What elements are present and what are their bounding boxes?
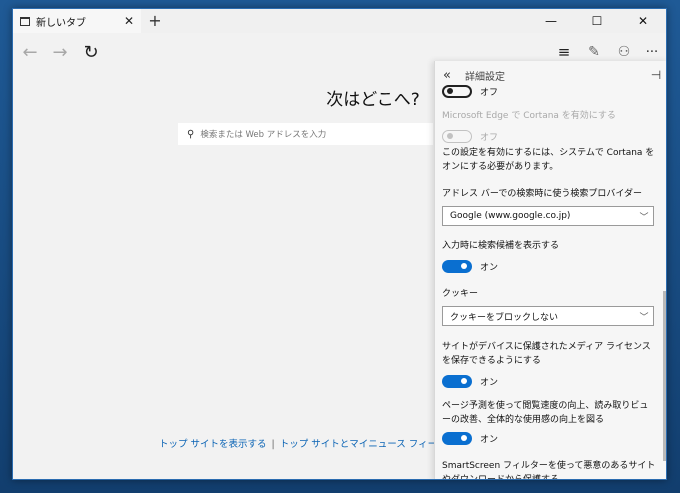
media-license-toggle-text: オン xyxy=(480,377,499,388)
cookies-value: クッキーをブロックしない xyxy=(450,312,559,323)
search-provider-select[interactable]: Google (www.google.co.jp) ﹀ xyxy=(442,206,654,226)
setting-suggestions: 入力時に検索候補を表示する オン xyxy=(442,239,656,274)
search-provider-label: アドレス バーでの検索時に使う検索プロバイダー xyxy=(442,189,642,199)
cookies-label: クッキー xyxy=(442,289,479,299)
page-prediction-label: ページ予測を使って閲覧速度の向上、読み取りビューの改善、全体的な使用感の向上を図… xyxy=(442,401,649,425)
page-prediction-toggle-text: オン xyxy=(480,434,499,445)
setting-page-prediction: ページ予測を使って閲覧速度の向上、読み取りビューの改善、全体的な使用感の向上を図… xyxy=(442,399,656,446)
ntp-feed-links: トップ サイトを表示する | トップ サイトとマイニュース フィードを表 xyxy=(159,436,466,450)
search-icon: ⚲ xyxy=(187,128,195,140)
chevron-down-icon: ﹀ xyxy=(639,312,649,323)
setting-cookies: クッキー クッキーをブロックしない ﹀ xyxy=(442,287,656,326)
setting-search-provider: アドレス バーでの検索時に使う検索プロバイダー Google (www.goog… xyxy=(442,187,656,226)
show-top-sites-link[interactable]: トップ サイトを表示する xyxy=(159,439,267,450)
cortana-label: Microsoft Edge で Cortana を有効にする xyxy=(442,111,616,121)
cortana-toggle-text: オフ xyxy=(480,132,499,143)
new-tab-button[interactable]: + xyxy=(147,11,163,30)
tab-title: 新しいタブ xyxy=(36,17,86,29)
chevron-down-icon: ﹀ xyxy=(639,212,649,223)
search-input[interactable]: ⚲ 検索または Web アドレスを入力 xyxy=(178,123,433,145)
panel-title: 詳細設定 xyxy=(465,71,505,83)
cortana-toggle[interactable] xyxy=(442,129,472,143)
setting-previous: オフ xyxy=(442,83,656,99)
close-window-button[interactable]: ✕ xyxy=(620,9,666,33)
media-license-label: サイトがデバイスに保護されたメディア ライセンスを保存できるようにする xyxy=(442,342,651,366)
tab-new-tab[interactable]: 新しいタブ ✕ xyxy=(13,9,141,33)
suggestions-toggle-text: オン xyxy=(480,262,499,273)
cookies-select[interactable]: クッキーをブロックしない ﹀ xyxy=(442,306,654,326)
search-placeholder: 検索または Web アドレスを入力 xyxy=(200,130,327,140)
window-controls: — ☐ ✕ xyxy=(528,9,666,33)
close-tab-icon[interactable]: ✕ xyxy=(121,14,137,28)
setting-cortana: Microsoft Edge で Cortana を有効にする オフ この設定を… xyxy=(442,109,656,174)
smartscreen-label: SmartScreen フィルターを使って悪意のあるサイトやダウンロードから保護… xyxy=(442,461,656,480)
search-provider-value: Google (www.google.co.jp) xyxy=(450,211,571,221)
maximize-button[interactable]: ☐ xyxy=(574,9,620,33)
panel-scrollbar[interactable] xyxy=(663,291,666,461)
advanced-settings-panel: « 詳細設定 ⊣ オフ Microsoft Edge で Cortana を有効… xyxy=(434,61,666,480)
previous-toggle[interactable] xyxy=(442,84,472,98)
setting-smartscreen: SmartScreen フィルターを使って悪意のあるサイトやダウンロードから保護… xyxy=(442,459,656,480)
media-license-toggle[interactable] xyxy=(442,374,472,388)
back-chevron-icon[interactable]: « xyxy=(443,68,465,83)
refresh-icon[interactable]: ↻ xyxy=(76,33,106,71)
suggestions-label: 入力時に検索候補を表示する xyxy=(442,241,560,251)
minimize-button[interactable]: — xyxy=(528,9,574,33)
setting-media-license: サイトがデバイスに保護されたメディア ライセンスを保存できるようにする オン xyxy=(442,340,656,389)
suggestions-toggle[interactable] xyxy=(442,259,472,273)
title-bar: 新しいタブ ✕ + — ☐ ✕ xyxy=(13,9,666,33)
cortana-note: この設定を有効にするには、システムで Cortana をオンにする必要があります… xyxy=(442,148,655,172)
previous-toggle-text: オフ xyxy=(480,87,499,98)
browser-window: 新しいタブ ✕ + — ☐ ✕ ← → ↻ ≡ ✎ ⚇ ··· 次はどこへ? ⚲… xyxy=(12,8,667,480)
page-prediction-toggle[interactable] xyxy=(442,431,472,445)
back-arrow-icon[interactable]: ← xyxy=(15,33,45,71)
tab-page-icon xyxy=(20,16,30,26)
forward-arrow-icon[interactable]: → xyxy=(45,33,75,71)
link-separator: | xyxy=(271,439,275,450)
pin-icon[interactable]: ⊣ xyxy=(644,68,666,82)
